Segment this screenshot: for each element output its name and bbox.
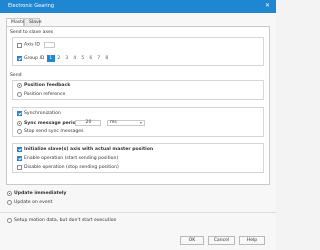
enable-operation-label: Enable operation (start sending position… [24,156,119,161]
stop-sync-radio[interactable] [17,129,22,134]
update-on-event-radio[interactable] [7,200,12,205]
ok-button[interactable]: OK [180,236,204,245]
send-to-slave-axes-label: Send to slave axes [10,30,54,35]
synchronization-group: Synchronization Sync message period 20 m… [12,107,264,137]
disable-operation-label: Disable operation (stop sending position… [24,165,119,170]
update-on-event-row[interactable]: Update on event [7,200,52,207]
initialize-slave-checkbox[interactable] [17,147,22,152]
cancel-button[interactable]: Cancel [208,236,235,245]
position-reference-label: Position reference [24,92,66,97]
position-feedback-row[interactable]: Position feedback [17,83,70,90]
position-reference-radio[interactable] [17,92,22,97]
position-feedback-radio[interactable] [17,83,22,88]
group-number-1[interactable]: 1 [46,55,55,62]
axis-id-checkbox[interactable] [17,42,22,48]
setup-only-row[interactable]: Setup motion data, but don't start execu… [7,218,116,225]
operation-group: Initialize slave(s) axis with actual mas… [12,143,264,173]
group-number-8[interactable]: 8 [103,55,111,62]
update-immediately-radio[interactable] [7,191,12,196]
disable-operation-row[interactable]: Disable operation (stop sending position… [17,165,119,172]
group-id-label: Group ID [24,56,45,61]
sync-period-unit-select[interactable]: ms ▾ [106,120,145,126]
divider [0,212,276,213]
group-number-5[interactable]: 5 [79,55,87,62]
initialize-slave-label: Initialize slave(s) axis with actual mas… [24,147,154,152]
close-icon[interactable]: ✕ [265,2,270,9]
group-id-row: Group ID 12345678 [17,55,111,62]
title-bar: Electronic Gearing ✕ [0,0,276,13]
stop-sync-row[interactable]: Stop send sync messages [17,129,83,136]
position-feedback-label: Position feedback [24,83,71,88]
update-on-event-label: Update on event [14,200,53,205]
dialog-title: Electronic Gearing [8,3,55,9]
sync-period-radio[interactable] [17,120,22,126]
send-to-slave-axes-group: Axis ID Group ID 12345678 [12,37,264,66]
group-number-7[interactable]: 7 [95,55,103,62]
synchronization-label: Synchronization [24,111,61,116]
sync-period-unit-value: ms [109,120,117,125]
chevron-down-icon: ▾ [139,120,142,125]
enable-operation-checkbox[interactable] [17,156,22,161]
group-number-4[interactable]: 4 [71,55,79,62]
group-number-2[interactable]: 2 [55,55,63,62]
sync-period-input[interactable]: 20 [75,120,102,126]
electronic-gearing-dialog: Electronic Gearing ✕ Master Slave Send t… [0,0,276,250]
sync-period-row: Sync message period 20 ms ▾ [17,120,145,127]
synchronization-row[interactable]: Synchronization [17,111,61,118]
group-id-checkbox[interactable] [17,56,22,61]
update-immediately-label: Update immediately [14,191,67,196]
initialize-slave-row[interactable]: Initialize slave(s) axis with actual mas… [17,147,153,154]
axis-id-input[interactable] [44,42,56,48]
group-number-6[interactable]: 6 [87,55,95,62]
axis-id-label: Axis ID [24,42,40,48]
master-tab-panel: Send to slave axes Axis ID Group ID 1234… [6,26,270,185]
send-label: Send [10,73,22,78]
setup-only-label: Setup motion data, but don't start execu… [14,218,117,223]
stop-sync-label: Stop send sync messages [24,129,84,134]
group-number-3[interactable]: 3 [63,55,71,62]
synchronization-checkbox[interactable] [17,111,22,116]
enable-operation-row[interactable]: Enable operation (start sending position… [17,156,118,163]
send-type-group: Position feedback Position reference [12,80,264,100]
update-immediately-row[interactable]: Update immediately [7,191,66,198]
disable-operation-checkbox[interactable] [17,165,22,170]
help-button[interactable]: Help [239,236,265,245]
axis-id-row: Axis ID [17,42,56,49]
sync-period-label: Sync message period [24,120,80,126]
setup-only-radio[interactable] [7,218,12,223]
position-reference-row[interactable]: Position reference [17,92,65,99]
